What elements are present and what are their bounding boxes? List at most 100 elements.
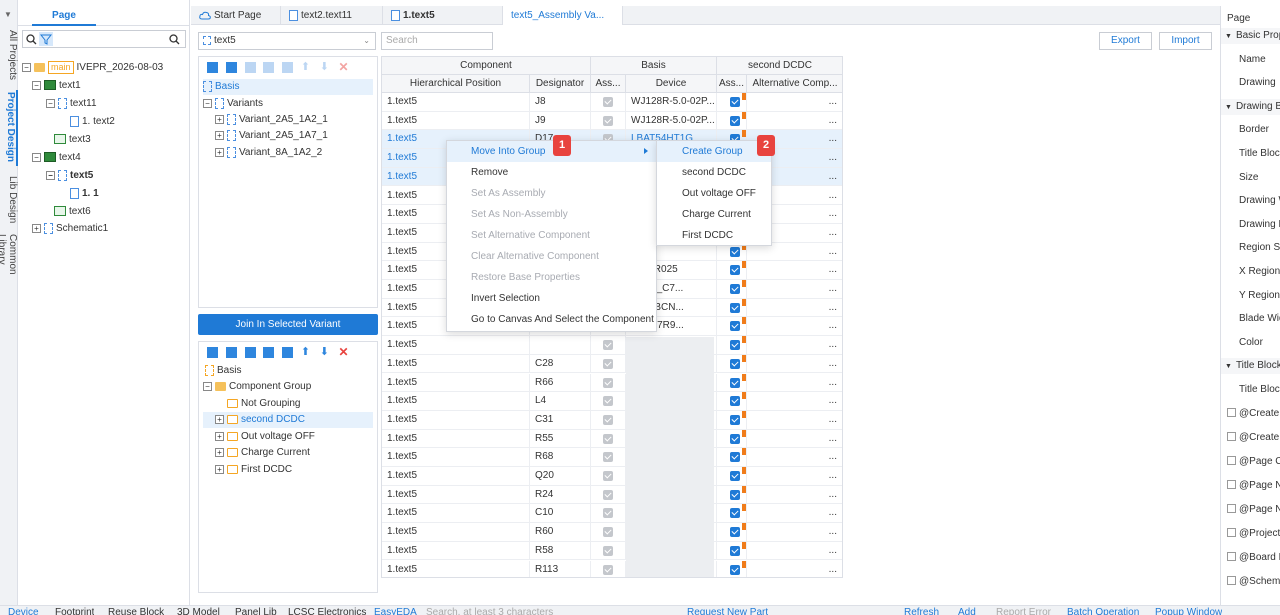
table-row[interactable]: 1.text5 R55... <box>382 429 842 449</box>
collapse-icon[interactable]: − <box>46 170 55 180</box>
checkbox-icon[interactable] <box>730 97 740 107</box>
paste-icon[interactable] <box>263 62 275 73</box>
group-item-first-dcdc[interactable]: + First DCDC <box>215 462 292 478</box>
expand-icon[interactable]: + <box>215 414 224 424</box>
variant-item-2a5-1a7-1[interactable]: + Variant_2A5_1A7_1 <box>215 128 328 144</box>
checkbox-icon[interactable] <box>730 489 740 500</box>
document-select[interactable]: text5 ⌄ <box>198 32 376 50</box>
expand-icon[interactable]: + <box>215 114 224 124</box>
table-row[interactable]: 1.text5 J8 WJ128R-5.0-02P...... <box>382 93 842 112</box>
pin-icon[interactable]: ▼ <box>4 10 12 19</box>
export-button[interactable]: Export <box>1099 32 1152 50</box>
import-button[interactable]: Import <box>1159 32 1212 50</box>
join-selected-variant-button[interactable]: Join In Selected Variant <box>198 314 378 335</box>
library-search-input[interactable]: Search, at least 3 characters <box>426 606 553 615</box>
table-row[interactable]: 1.text5 R58... <box>382 541 842 561</box>
cell-alternative-component[interactable]: ... <box>747 486 842 504</box>
cell-assembly-variant[interactable] <box>717 429 747 448</box>
add-sub-icon[interactable] <box>225 347 237 358</box>
menu-item-go-to-canvas-and-select-the-component[interactable]: Go to Canvas And Select the Component <box>447 309 656 330</box>
cell-assembly-variant[interactable] <box>717 560 747 577</box>
table-row[interactable]: 1.text5 Q20... <box>382 467 842 486</box>
checkbox-icon[interactable] <box>730 414 740 425</box>
checkbox-icon[interactable] <box>730 302 740 313</box>
rail-tab-common-library[interactable]: Common Library <box>0 232 18 306</box>
expand-icon[interactable]: + <box>215 147 224 157</box>
tree-item-text5[interactable]: − text5 <box>46 168 93 184</box>
variant-item-variants[interactable]: − Variants <box>203 96 263 112</box>
submenu-item-out-voltage-off[interactable]: Out voltage OFF <box>657 183 771 204</box>
checkbox-icon[interactable] <box>730 564 740 575</box>
checkbox-icon[interactable] <box>1227 480 1236 490</box>
collapse-icon[interactable]: − <box>22 62 31 72</box>
move-icon[interactable] <box>244 347 256 358</box>
collapse-icon[interactable]: ▼ <box>1225 33 1232 40</box>
collapse-icon[interactable]: − <box>32 80 41 90</box>
checkbox-icon[interactable] <box>730 115 740 126</box>
rail-tab-project-design[interactable]: Project Design <box>0 90 18 166</box>
rename-icon[interactable] <box>282 62 294 73</box>
add-sub-icon[interactable] <box>225 62 237 73</box>
filter-icon[interactable] <box>39 32 53 46</box>
checkbox-icon[interactable] <box>1227 504 1236 514</box>
checkbox-icon[interactable] <box>730 527 740 538</box>
rail-tab-all-projects[interactable]: All Projects <box>0 28 18 84</box>
checkbox-icon[interactable] <box>730 284 740 294</box>
cell-alternative-component[interactable]: ... <box>747 523 842 541</box>
cell-assembly-variant[interactable] <box>717 467 747 485</box>
cell-assembly-variant[interactable] <box>717 336 747 355</box>
table-row[interactable]: 1.text5 C10... <box>382 504 842 524</box>
cell-assembly-variant[interactable] <box>717 354 747 373</box>
add-button[interactable]: Add <box>958 606 976 615</box>
menu-item-move-into-group[interactable]: Move Into Group <box>447 141 656 162</box>
cell-alternative-component[interactable]: ... <box>747 561 842 578</box>
checkbox-icon[interactable] <box>1227 528 1236 538</box>
arrow-down-icon[interactable]: ⬇ <box>320 62 331 73</box>
cell-assembly-variant[interactable] <box>717 485 747 504</box>
checkbox-icon[interactable] <box>730 265 740 276</box>
refresh-button[interactable]: Refresh <box>904 606 939 615</box>
expand-icon[interactable]: + <box>215 431 224 441</box>
col-header-assembly-variant[interactable]: Ass... <box>717 75 747 93</box>
checkbox-icon[interactable] <box>1227 456 1236 466</box>
cell-alternative-component[interactable]: ... <box>747 261 842 279</box>
tab-start-page[interactable]: Start Page <box>191 6 281 25</box>
tree-search-bar[interactable] <box>22 30 186 48</box>
tree-item-text1[interactable]: − text1 <box>32 78 81 94</box>
request-new-part-link[interactable]: Request New Part <box>687 606 768 615</box>
cell-alternative-component[interactable]: ... <box>747 374 842 392</box>
rail-tab-lib-design[interactable]: Lib Design <box>0 174 18 224</box>
variant-item-8a-1a2-2[interactable]: + Variant_8A_1A2_2 <box>215 145 322 161</box>
group-item-basis[interactable]: Basis <box>205 363 241 379</box>
table-row[interactable]: 1.text5 R24... <box>382 485 842 505</box>
bottom-tab-footprint[interactable]: Footprint <box>55 606 94 615</box>
cell-alternative-component[interactable]: ... <box>747 542 842 560</box>
add-group-icon[interactable] <box>207 347 218 358</box>
checkbox-icon[interactable] <box>730 433 740 444</box>
tree-item-text2[interactable]: 1. text2 <box>70 114 115 130</box>
tree-item-text3[interactable]: text3 <box>54 132 91 148</box>
report-error-button[interactable]: Report Error <box>996 606 1051 615</box>
col-header-designator[interactable]: Designator <box>530 75 591 93</box>
collapse-icon[interactable]: − <box>203 98 212 108</box>
cell-assembly-variant[interactable] <box>717 111 747 130</box>
tab-text2-text11[interactable]: text2.text11 <box>281 6 383 25</box>
cell-alternative-component[interactable]: ... <box>747 392 842 410</box>
variant-item-2a5-1a2-1[interactable]: + Variant_2A5_1A2_1 <box>215 112 328 128</box>
checkbox-icon[interactable] <box>1227 552 1236 562</box>
checkbox-icon[interactable] <box>730 377 740 388</box>
cell-assembly-variant[interactable] <box>717 298 747 317</box>
properties-section[interactable]: ▼ Title Block <box>1221 358 1280 375</box>
col-header-hierarchical-position[interactable]: Hierarchical Position <box>382 75 530 93</box>
submenu-item-second-dcdc[interactable]: second DCDC <box>657 162 771 183</box>
checkbox-icon[interactable] <box>1227 576 1236 586</box>
expand-icon[interactable]: + <box>215 447 224 457</box>
arrow-down-icon[interactable]: ⬇ <box>320 347 331 358</box>
checkbox-icon[interactable] <box>730 545 740 556</box>
table-row[interactable]: 1.text5 R113... <box>382 560 842 578</box>
tree-item-1-1[interactable]: 1. 1 <box>70 186 99 202</box>
table-row[interactable]: 1.text5 C28... <box>382 354 842 374</box>
copy-icon[interactable] <box>263 347 275 358</box>
cell-assembly-variant[interactable] <box>717 93 747 111</box>
properties-section[interactable]: ▼Drawing Bo <box>1221 98 1280 115</box>
